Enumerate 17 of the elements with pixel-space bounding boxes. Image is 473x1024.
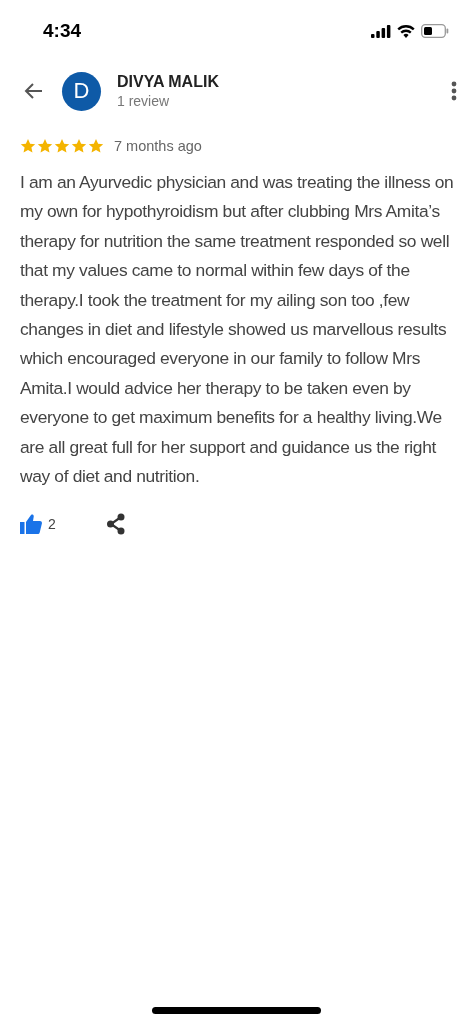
wifi-icon (397, 24, 415, 38)
star-icon (37, 138, 53, 154)
star-icon (20, 138, 36, 154)
more-options-button[interactable] (451, 81, 457, 101)
share-button[interactable] (105, 513, 126, 536)
review-text: I am an Ayurvedic physician and was treating the illness on my own for hypothyroidism but after clubbing Mrs Amita’s therapy for nutrition the same treatment responded so well that my values came to normal within few days of the therapy.I took the treatment for my ailing son too ,few changes in diet and lifestyle showed us marvellous results which encouraged everyone in our family to follow Mrs Amita.I would advice her therapy to be taken even by everyone to get maximum benefits for a healthy living.We are all great full for her support and guidance us the right way of diet and nutrition. (20, 171, 455, 489)
signal-icon (371, 24, 391, 38)
status-time: 4:34 (43, 20, 82, 42)
review-date: 7 months ago (114, 138, 202, 154)
review-count: 1 review (117, 93, 171, 109)
star-icon (88, 138, 104, 154)
star-icon (54, 138, 70, 154)
battery-icon (421, 24, 449, 38)
like-button[interactable]: 2 (20, 514, 56, 535)
star-icon (71, 138, 87, 154)
reviewer-name: DIVYA MALIK (117, 73, 220, 91)
avatar: D (62, 71, 101, 111)
